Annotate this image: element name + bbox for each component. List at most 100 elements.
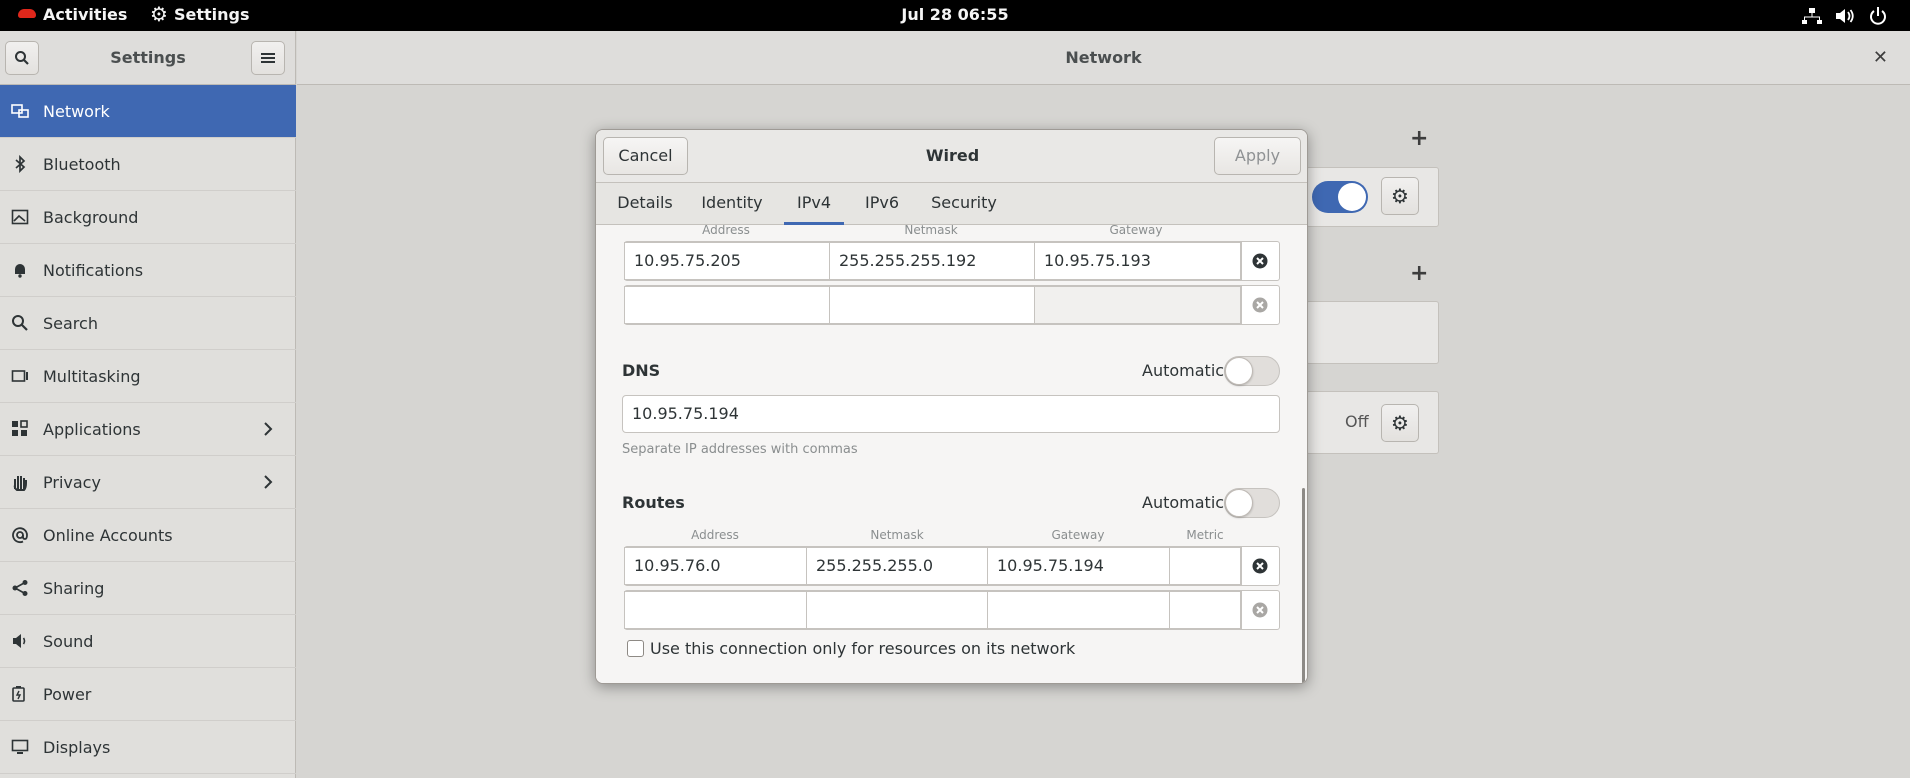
route-gateway-input[interactable]: [987, 591, 1170, 629]
tab-ipv6[interactable]: IPv6: [852, 183, 912, 225]
delete-circle-icon: [1252, 253, 1267, 269]
dns-input[interactable]: 10.95.75.194: [622, 395, 1280, 433]
search-icon: [11, 314, 29, 332]
proxy-status: Off: [1345, 412, 1369, 431]
sidebar-item-label: Applications: [43, 419, 141, 439]
routes-section-title: Routes: [622, 493, 685, 512]
route-metric-column-header: Metric: [1186, 528, 1224, 542]
tab-ipv4[interactable]: IPv4: [784, 183, 844, 225]
switch-knob: [1225, 489, 1253, 517]
tab-identity[interactable]: Identity: [692, 183, 772, 225]
chevron-right-icon: [264, 422, 273, 436]
cancel-button[interactable]: Cancel: [603, 137, 688, 175]
dns-automatic-switch[interactable]: [1224, 356, 1280, 386]
route-netmask-input[interactable]: 255.255.255.0: [806, 547, 988, 585]
sidebar-header: Settings: [0, 31, 296, 85]
delete-circle-icon: [1252, 602, 1267, 618]
only-local-checkbox[interactable]: [627, 640, 644, 657]
sidebar-item-search[interactable]: Search: [0, 297, 296, 350]
close-icon: ✕: [1872, 47, 1888, 68]
netmask-input[interactable]: [829, 286, 1035, 324]
only-local-label: Use this connection only for resources o…: [650, 639, 1076, 658]
sidebar-item-applications[interactable]: Applications: [0, 403, 296, 456]
route-gateway-input[interactable]: 10.95.75.194: [987, 547, 1170, 585]
tab-security[interactable]: Security: [922, 183, 1006, 225]
power-icon[interactable]: [1867, 5, 1889, 27]
sidebar-item-online-accounts[interactable]: Online Accounts: [0, 509, 296, 562]
applications-icon: [11, 420, 29, 438]
chevron-right-icon: [264, 475, 273, 489]
route-metric-input[interactable]: [1169, 591, 1241, 629]
add-connection-button[interactable]: +: [1410, 126, 1428, 151]
sidebar-item-label: Bluetooth: [43, 154, 121, 174]
sidebar-item-power[interactable]: Power: [0, 668, 296, 721]
battery-icon: [11, 685, 29, 703]
sidebar-item-privacy[interactable]: Privacy: [0, 456, 296, 509]
switch-knob: [1338, 183, 1366, 211]
at-icon: [11, 526, 29, 544]
switch-knob: [1225, 357, 1253, 385]
gear-icon: ⚙: [1391, 411, 1409, 435]
add-vpn-button[interactable]: +: [1410, 261, 1428, 286]
sidebar-item-multitasking[interactable]: Multitasking: [0, 350, 296, 403]
delete-circle-icon: [1252, 558, 1267, 574]
dialog-scrollbar[interactable]: [1302, 488, 1305, 683]
sidebar-item-background[interactable]: Background: [0, 191, 296, 244]
clock-container: Jul 28 06:55: [0, 0, 1910, 31]
delete-route-button[interactable]: [1241, 547, 1277, 585]
network-icon: [11, 102, 29, 120]
tab-details[interactable]: Details: [606, 183, 684, 225]
delete-route-button[interactable]: [1241, 591, 1277, 629]
sidebar-item-sound[interactable]: Sound: [0, 615, 296, 668]
sidebar-item-sharing[interactable]: Sharing: [0, 562, 296, 615]
address-input[interactable]: [624, 286, 830, 324]
wired-network-icon[interactable]: [1801, 5, 1823, 27]
delete-address-button[interactable]: [1241, 286, 1277, 324]
ipv4-settings-body: Address Netmask Gateway 10.95.75.205 255…: [596, 225, 1307, 683]
route-address-input[interactable]: 10.95.76.0: [624, 547, 807, 585]
sidebar-item-label: Network: [43, 101, 110, 121]
vpn-placeholder-row: [1306, 301, 1439, 364]
sidebar-item-network[interactable]: Network: [0, 85, 296, 138]
sidebar-item-displays[interactable]: Displays: [0, 721, 296, 774]
gateway-input[interactable]: 10.95.75.193: [1034, 242, 1241, 280]
delete-circle-icon: [1252, 297, 1267, 313]
sidebar-item-label: Privacy: [43, 472, 101, 492]
bell-icon: [11, 261, 29, 279]
sidebar-item-label: Power: [43, 684, 92, 704]
sidebar-item-label: Sound: [43, 631, 94, 651]
address-input[interactable]: 10.95.75.205: [624, 242, 830, 280]
routes-automatic-switch[interactable]: [1224, 488, 1280, 518]
close-window-button[interactable]: ✕: [1873, 47, 1888, 68]
hamburger-icon: [261, 53, 275, 63]
delete-address-button[interactable]: [1241, 242, 1277, 280]
route-address-column-header: Address: [691, 528, 739, 542]
volume-icon[interactable]: [1834, 5, 1856, 27]
sidebar-item-notifications[interactable]: Notifications: [0, 244, 296, 297]
proxy-row: [1306, 391, 1439, 454]
wired-settings-button[interactable]: ⚙: [1381, 177, 1419, 215]
proxy-settings-button[interactable]: ⚙: [1381, 404, 1419, 442]
clock-button[interactable]: Jul 28 06:55: [901, 5, 1008, 24]
sidebar-item-label: Search: [43, 313, 98, 333]
netmask-input[interactable]: 255.255.255.192: [829, 242, 1035, 280]
gateway-input[interactable]: [1034, 286, 1241, 324]
wired-toggle-switch[interactable]: [1312, 181, 1368, 213]
sidebar-item-label: Multitasking: [43, 366, 141, 386]
sidebar-item-bluetooth[interactable]: Bluetooth: [0, 138, 296, 191]
primary-menu-button[interactable]: [251, 41, 285, 75]
gateway-column-header: Gateway: [1109, 225, 1163, 237]
route-netmask-input[interactable]: [806, 591, 988, 629]
panel-title: Network: [1065, 48, 1142, 67]
apply-button[interactable]: Apply: [1214, 137, 1301, 175]
share-icon: [11, 579, 29, 597]
speaker-icon: [11, 632, 29, 650]
search-button[interactable]: [5, 41, 39, 75]
display-icon: [11, 738, 29, 756]
route-gateway-column-header: Gateway: [1051, 528, 1105, 542]
netmask-column-header: Netmask: [904, 225, 958, 237]
bluetooth-icon: [11, 155, 29, 173]
hand-icon: [11, 473, 29, 491]
route-address-input[interactable]: [624, 591, 807, 629]
route-metric-input[interactable]: [1169, 547, 1241, 585]
